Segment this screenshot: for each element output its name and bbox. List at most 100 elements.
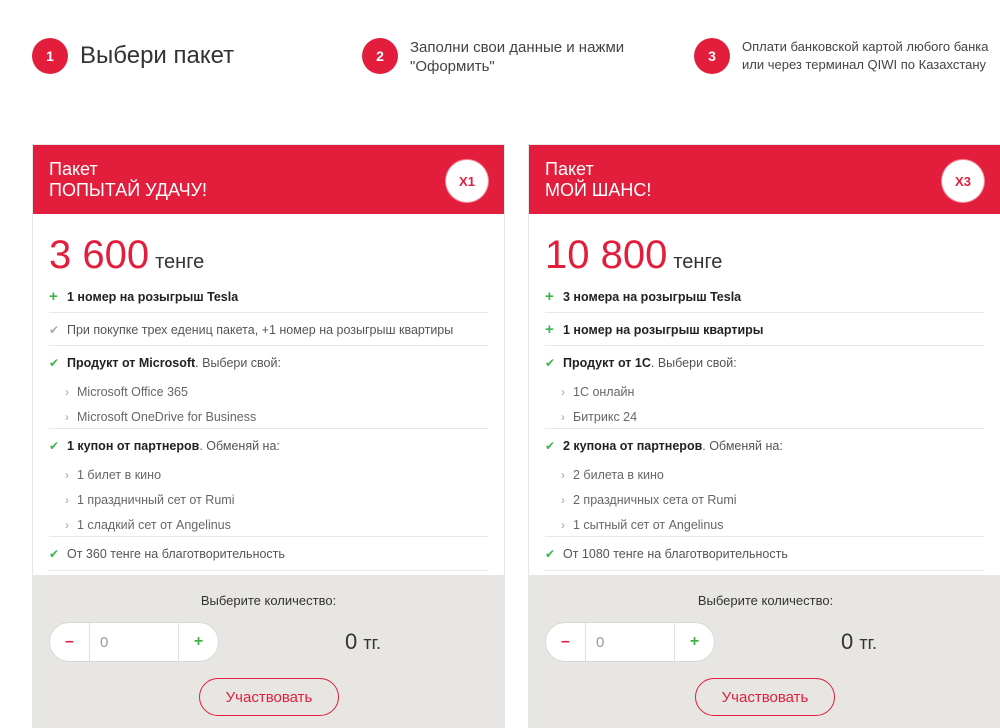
feature-text: 3 номера на розыгрыш Tesla (563, 289, 742, 304)
quantity-input[interactable]: 0 (90, 623, 178, 661)
sub-item-text: Microsoft Office 365 (77, 384, 188, 399)
participate-button[interactable]: Участвовать (199, 678, 339, 716)
sub-item: › 1 сладкий сет от Angelinus (49, 512, 488, 537)
increment-button[interactable]: + (178, 623, 218, 661)
sub-item-text: 1С онлайн (573, 384, 635, 399)
sub-item: › 1 билет в кино (49, 462, 488, 487)
chevron-right-icon: › (561, 517, 565, 532)
feature-text: От 1080 тенге на благотворительность (563, 546, 788, 561)
total-unit: тг. (363, 633, 381, 653)
total-price: 0 тг. (841, 629, 877, 655)
sub-item-text: 1 праздничный сет от Rumi (77, 492, 235, 507)
check-icon: ✔ (49, 546, 60, 561)
feature-item: ✔ От 1080 тенге на благотворительность (545, 537, 984, 571)
price-currency: тенге (155, 251, 205, 273)
step-line: "Оформить" (410, 58, 495, 75)
sub-item-text: Microsoft OneDrive for Business (77, 409, 257, 424)
total-value: 0 (345, 629, 358, 654)
sub-item-text: 2 праздничных сета от Rumi (573, 492, 737, 507)
chevron-right-icon: › (65, 384, 69, 399)
total-value: 0 (841, 629, 854, 654)
feature-text: . Выбери свой: (195, 355, 281, 370)
total-price: 0 тг. (345, 629, 381, 655)
feature-title: 2 купона от партнеров (563, 438, 703, 453)
package-card-luck: Пакет ПОПЫТАЙ УДАЧУ! X1 3 600 тенге +1 но… (32, 144, 505, 728)
step-3: 3 Оплати банковской картой любого банка … (694, 38, 988, 74)
feature-item: ✔ От 360 тенге на благотворительность (49, 537, 488, 571)
chevron-right-icon: › (561, 384, 565, 399)
chevron-right-icon: › (65, 409, 69, 424)
chevron-right-icon: › (561, 467, 565, 482)
check-icon: ✔ (49, 355, 60, 370)
step-1: 1 Выбери пакет (32, 38, 234, 74)
step-line: Заполни свои данные и нажми (410, 39, 625, 56)
sub-item: › 2 праздничных сета от Rumi (545, 487, 984, 512)
feature-text: . Выбери свой: (650, 355, 737, 370)
feature-text: . Обменяй на: (702, 438, 783, 453)
decrement-button[interactable]: – (546, 623, 586, 661)
sub-item-text: 1 сладкий сет от Angelinus (77, 517, 231, 532)
chevron-right-icon: › (65, 517, 69, 532)
step-line: или через терминал QIWI по Казахстану (742, 57, 987, 72)
plus-icon: + (545, 321, 554, 338)
feature-item: ✔ 1 купон от партнеров. Обменяй на: › 1 би… (49, 429, 488, 537)
sub-item: › Битрикс 24 (545, 404, 984, 429)
sub-item-text: Битрикс 24 (573, 409, 638, 424)
sub-item-text: 1 сытный сет от Angelinus (573, 517, 724, 532)
feature-title: Продукт от Microsoft (67, 355, 196, 370)
check-icon: ✔ (545, 355, 556, 370)
feature-text: . Обменяй на: (199, 438, 280, 453)
feature-text: 1 номер на розыгрыш Tesla (67, 289, 239, 304)
package-label: Пакет (545, 159, 594, 179)
package-card-chance: Пакет МОЙ ШАНС! X3 10 800 тенге +3 номера… (528, 144, 1000, 728)
sub-item: › 1 праздничный сет от Rumi (49, 487, 488, 512)
feature-item: ✔ При покупке трех едениц пакета, +1 номе… (49, 313, 488, 346)
multiplier-badge: X1 (448, 162, 486, 200)
sub-item: › Microsoft OneDrive for Business (49, 404, 488, 429)
feature-item: +1 номер на розыгрыш квартиры (545, 313, 984, 346)
quantity-label: Выберите количество: (697, 593, 834, 608)
quantity-input[interactable]: 0 (586, 623, 674, 661)
quantity-stepper: – 0 + (49, 622, 219, 662)
step-number: 1 (32, 38, 68, 74)
step-title: Выбери пакет (80, 42, 235, 69)
check-icon: ✔ (49, 322, 60, 337)
step-description: Оплати банковской картой любого банка ил… (742, 38, 988, 74)
chevron-right-icon: › (561, 409, 565, 424)
feature-item: +1 номер на розыгрыш Tesla (49, 283, 488, 313)
quantity-stepper: – 0 + (545, 622, 715, 662)
feature-title: 1 купон от партнеров (67, 438, 200, 453)
step-line: Оплати банковской картой любого банка (742, 39, 989, 54)
feature-item: +3 номера на розыгрыш Tesla (545, 283, 984, 313)
feature-text: При покупке трех едениц пакета, +1 номер… (67, 322, 454, 337)
feature-text: 1 номер на розыгрыш квартиры (563, 322, 764, 337)
order-panel: Выберите количество: – 0 + 0 тг. Участво… (33, 575, 504, 728)
step-2: 2 Заполни свои данные и нажми "Оформить" (362, 38, 624, 76)
chevron-right-icon: › (65, 467, 69, 482)
package-header: Пакет ПОПЫТАЙ УДАЧУ! X1 (33, 145, 504, 214)
step-description: Заполни свои данные и нажми "Оформить" (410, 38, 624, 76)
sub-item: › 2 билета в кино (545, 462, 984, 487)
price-value: 10 800 (545, 233, 668, 277)
participate-button[interactable]: Участвовать (695, 678, 835, 716)
check-icon: ✔ (545, 438, 556, 453)
increment-button[interactable]: + (674, 623, 714, 661)
decrement-button[interactable]: – (50, 623, 90, 661)
package-price: 10 800 тенге (545, 233, 722, 278)
feature-item: ✔ 2 купона от партнеров. Обменяй на: › 2 б… (545, 429, 984, 537)
price-currency: тенге (673, 251, 723, 273)
check-icon: ✔ (49, 438, 60, 453)
package-name: ПОПЫТАЙ УДАЧУ! (49, 180, 208, 200)
feature-title: Продукт от 1С (563, 355, 651, 370)
step-number: 3 (694, 38, 730, 74)
sub-item: › 1 сытный сет от Angelinus (545, 512, 984, 537)
chevron-right-icon: › (65, 492, 69, 507)
plus-icon: + (545, 288, 554, 305)
package-header: Пакет МОЙ ШАНС! X3 (529, 145, 1000, 214)
chevron-right-icon: › (561, 492, 565, 507)
sub-item-text: 1 билет в кино (77, 467, 162, 482)
quantity-label: Выберите количество: (200, 593, 337, 608)
multiplier-badge: X3 (944, 162, 982, 200)
feature-item: ✔ Продукт от 1С. Выбери свой: › 1С онлайн … (545, 346, 984, 429)
plus-icon: + (49, 288, 58, 305)
